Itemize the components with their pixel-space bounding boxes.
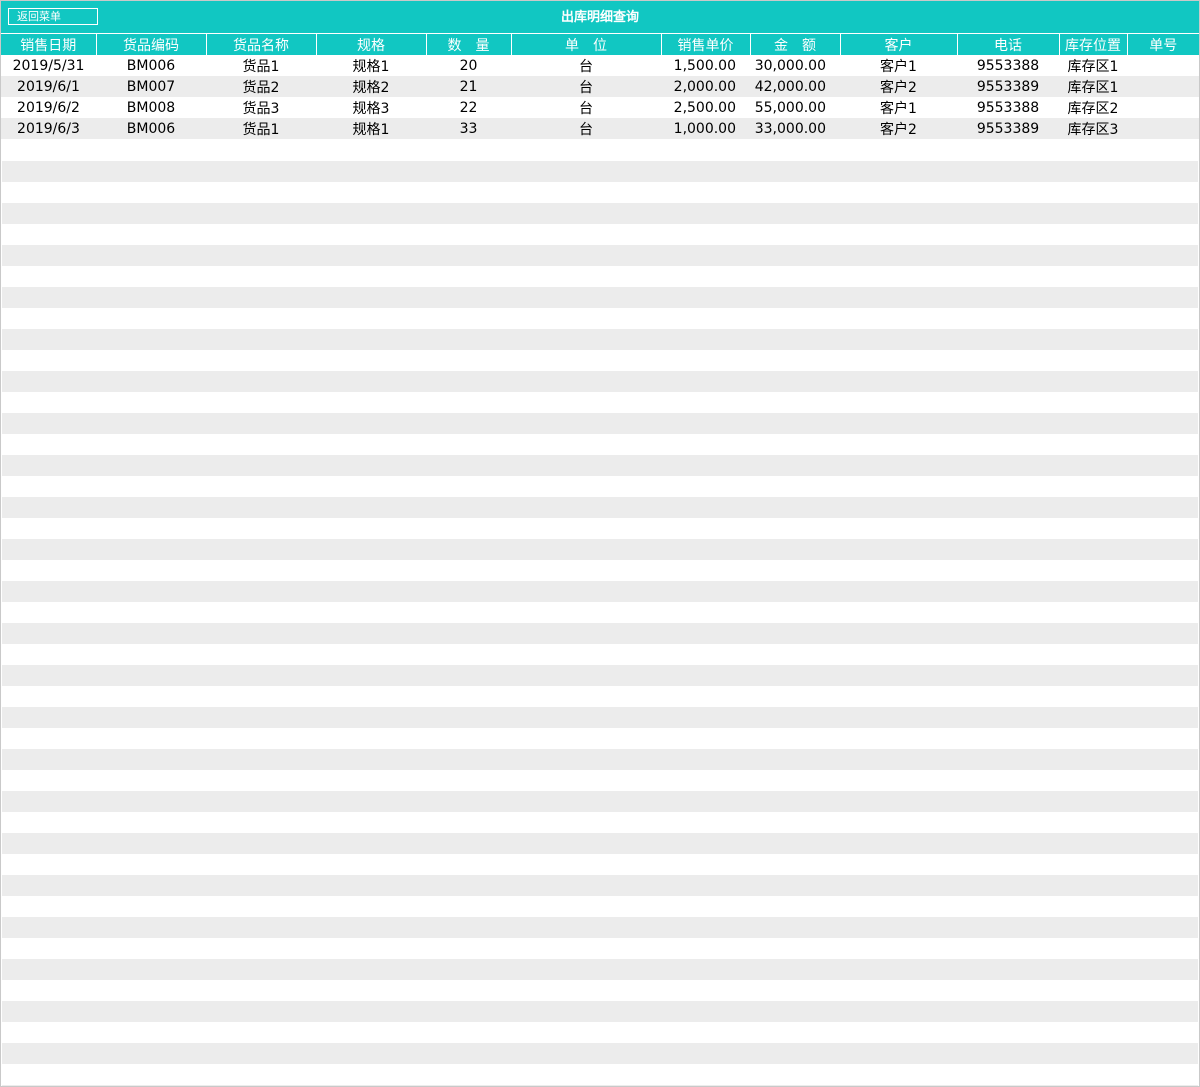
cell-location[interactable]: 库存区1 [1059,55,1127,76]
cell-sale-date[interactable]: 2019/5/31 [1,55,96,76]
title-bar: 出库明细查询 返回菜单 [1,1,1199,33]
cell-order-no[interactable] [1127,55,1199,76]
header-quantity[interactable]: 数 量 [426,34,512,55]
cell-item-name[interactable]: 货品2 [206,76,316,97]
header-order-no[interactable]: 单号 [1127,34,1199,55]
header-unit-price[interactable]: 销售单价 [661,34,751,55]
cell-location[interactable]: 库存区1 [1059,76,1127,97]
page-title: 出库明细查询 [560,10,639,25]
cell-unit-price[interactable]: 2,000.00 [661,76,750,97]
cell-order-no[interactable] [1127,76,1199,97]
cell-unit[interactable]: 台 [511,118,661,139]
cell-quantity[interactable]: 33 [426,118,511,139]
cell-unit-price[interactable]: 1,500.00 [661,55,750,76]
cell-customer[interactable]: 客户2 [840,118,957,139]
header-sale-date[interactable]: 销售日期 [1,34,97,55]
header-amount[interactable]: 金 额 [750,34,841,55]
header-item-name[interactable]: 货品名称 [206,34,317,55]
cell-item-code[interactable]: BM006 [96,55,206,76]
cell-sale-date[interactable]: 2019/6/2 [1,97,96,118]
table-row[interactable]: 2019/6/2 BM008 货品3 规格3 22 台 2,500.00 55,… [1,97,1199,118]
cell-customer[interactable]: 客户1 [840,97,957,118]
cell-quantity[interactable]: 21 [426,76,511,97]
cell-phone[interactable]: 9553389 [957,76,1059,97]
empty-striped-rows[interactable] [2,140,1198,1086]
cell-unit[interactable]: 台 [511,97,661,118]
cell-amount[interactable]: 33,000.00 [750,118,840,139]
cell-phone[interactable]: 9553388 [957,55,1059,76]
cell-order-no[interactable] [1127,97,1199,118]
table-row[interactable]: 2019/6/3 BM006 货品1 规格1 33 台 1,000.00 33,… [1,118,1199,139]
cell-order-no[interactable] [1127,118,1199,139]
cell-item-code[interactable]: BM008 [96,97,206,118]
cell-unit-price[interactable]: 1,000.00 [661,118,750,139]
cell-spec[interactable]: 规格2 [316,76,426,97]
header-customer[interactable]: 客户 [840,34,958,55]
cell-amount[interactable]: 30,000.00 [750,55,840,76]
cell-amount[interactable]: 55,000.00 [750,97,840,118]
cell-customer[interactable]: 客户2 [840,76,957,97]
header-spec[interactable]: 规格 [316,34,427,55]
cell-location[interactable]: 库存区2 [1059,97,1127,118]
cell-quantity[interactable]: 22 [426,97,511,118]
cell-quantity[interactable]: 20 [426,55,511,76]
header-unit[interactable]: 单 位 [511,34,662,55]
cell-item-name[interactable]: 货品3 [206,97,316,118]
cell-spec[interactable]: 规格1 [316,118,426,139]
cell-customer[interactable]: 客户1 [840,55,957,76]
cell-item-name[interactable]: 货品1 [206,118,316,139]
header-item-code[interactable]: 货品编码 [96,34,207,55]
back-to-menu-button[interactable]: 返回菜单 [8,8,98,25]
table-header-row: 销售日期 货品编码 货品名称 规格 数 量 单 位 销售单价 金 额 客户 电话… [1,34,1199,55]
outbound-detail-table: 销售日期 货品编码 货品名称 规格 数 量 单 位 销售单价 金 额 客户 电话… [1,34,1199,139]
cell-amount[interactable]: 42,000.00 [750,76,840,97]
cell-location[interactable]: 库存区3 [1059,118,1127,139]
cell-item-code[interactable]: BM007 [96,76,206,97]
cell-unit[interactable]: 台 [511,76,661,97]
header-location[interactable]: 库存位置 [1059,34,1128,55]
cell-spec[interactable]: 规格3 [316,97,426,118]
cell-phone[interactable]: 9553389 [957,118,1059,139]
cell-sale-date[interactable]: 2019/6/1 [1,76,96,97]
cell-sale-date[interactable]: 2019/6/3 [1,118,96,139]
table-row[interactable]: 2019/5/31 BM006 货品1 规格1 20 台 1,500.00 30… [1,55,1199,76]
header-phone[interactable]: 电话 [957,34,1060,55]
cell-item-name[interactable]: 货品1 [206,55,316,76]
cell-unit-price[interactable]: 2,500.00 [661,97,750,118]
cell-item-code[interactable]: BM006 [96,118,206,139]
cell-unit[interactable]: 台 [511,55,661,76]
table-row[interactable]: 2019/6/1 BM007 货品2 规格2 21 台 2,000.00 42,… [1,76,1199,97]
cell-phone[interactable]: 9553388 [957,97,1059,118]
spreadsheet-view: 出库明细查询 返回菜单 销售日期 货品编码 货品名称 规格 数 量 单 位 销售… [0,0,1200,1087]
cell-spec[interactable]: 规格1 [316,55,426,76]
